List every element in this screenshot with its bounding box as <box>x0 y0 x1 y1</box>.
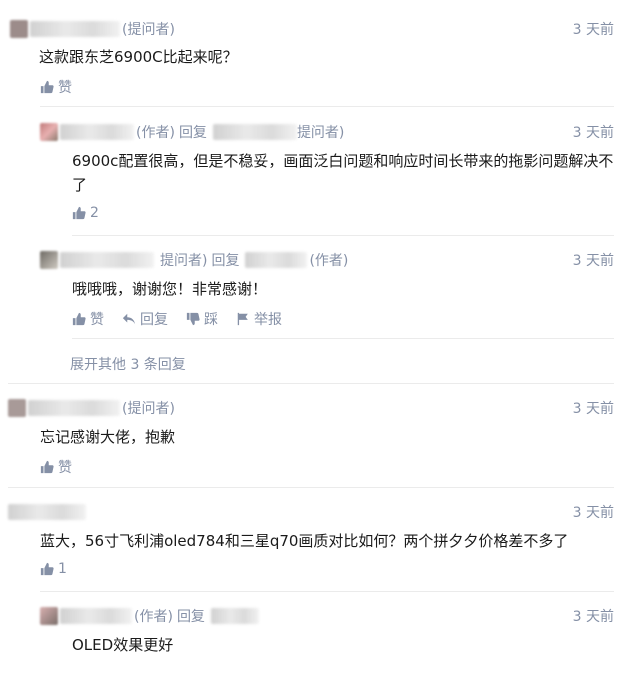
like-count: 1 <box>58 561 67 577</box>
comment-1-text: 这款跟东芝6900C比起来呢？ <box>39 48 238 66</box>
reply-arrow-icon <box>122 313 136 325</box>
like-count: 2 <box>90 205 99 221</box>
avatar[interactable] <box>40 251 58 269</box>
reply-label: 回复 <box>178 125 207 141</box>
divider <box>8 383 614 384</box>
comment-4-actions: 赞 <box>40 457 72 477</box>
comment-4-header: (提问者) <box>8 398 175 418</box>
reply-label: 回复 <box>211 253 240 269</box>
like-label: 赞 <box>90 312 104 328</box>
username-blurred[interactable] <box>30 21 120 37</box>
role-asker: (提问者) <box>122 401 175 417</box>
divider <box>72 338 614 339</box>
avatar[interactable] <box>40 607 58 625</box>
comment-5-actions: 1 <box>40 561 67 577</box>
role-asker: 提问者) <box>160 253 208 269</box>
comment-6-time: 3 天前 <box>572 609 614 625</box>
thumbs-up-icon <box>40 460 54 474</box>
report-button[interactable]: 举报 <box>236 309 282 329</box>
divider <box>72 235 614 236</box>
comment-3-actions: 赞 回复 踩 举报 <box>72 309 282 329</box>
username-blurred[interactable] <box>28 400 120 416</box>
reply-label: 回复 <box>140 312 168 328</box>
thumbs-up-icon <box>72 312 86 326</box>
reply-button[interactable]: 回复 <box>122 309 168 329</box>
username-blurred[interactable] <box>60 124 134 140</box>
role-asker: (提问者) <box>122 22 175 38</box>
like-label: 赞 <box>58 80 72 96</box>
avatar[interactable] <box>8 399 26 417</box>
comment-5-text: 蓝大，56寸飞利浦oled784和三星q70画质对比如何？两个拼夕夕价格差不多了 <box>40 532 569 550</box>
comment-2-header: (作者) 回复 提问者) <box>40 122 344 142</box>
comment-5-header <box>8 502 86 522</box>
like-button[interactable]: 赞 <box>72 309 104 329</box>
role-author: (作者) <box>136 125 175 141</box>
like-button[interactable]: 1 <box>40 561 67 577</box>
like-button[interactable]: 赞 <box>40 77 72 97</box>
reply-label: 回复 <box>176 609 205 625</box>
comment-2-time: 3 天前 <box>572 125 614 141</box>
comment-3-time: 3 天前 <box>572 253 614 269</box>
comment-4-text: 忘记感谢大佬，抱歉 <box>40 428 176 446</box>
report-label: 举报 <box>254 312 282 328</box>
thumbs-up-icon <box>72 206 86 220</box>
avatar[interactable] <box>10 20 28 38</box>
comment-3-text: 哦哦哦，谢谢您！非常感谢！ <box>72 280 268 298</box>
like-button[interactable]: 2 <box>72 205 99 221</box>
username-blurred[interactable] <box>60 608 132 624</box>
dislike-label: 踩 <box>204 312 218 328</box>
comment-2-text-line2: 了 <box>72 176 88 194</box>
comment-4-time: 3 天前 <box>572 401 614 417</box>
comment-1-actions: 赞 <box>40 77 72 97</box>
flag-icon <box>237 312 248 326</box>
thumbs-down-icon <box>186 312 200 326</box>
avatar[interactable] <box>40 123 58 141</box>
dislike-button[interactable]: 踩 <box>186 309 218 329</box>
divider <box>40 591 614 592</box>
thumbs-up-icon <box>40 80 54 94</box>
comment-5-time: 3 天前 <box>572 505 614 521</box>
role-asker: 提问者) <box>296 125 345 141</box>
comment-2-text-line1: 6900c配置很高，但是不稳妥，画面泛白问题和响应时间长带来的拖影问题解决不 <box>72 152 614 170</box>
username-blurred[interactable] <box>60 252 154 268</box>
username-blurred[interactable] <box>8 504 86 520</box>
comment-6-header: (作者) 回复 <box>40 606 259 626</box>
comment-6-text: OLED效果更好 <box>72 636 174 654</box>
reply-to-username-blurred[interactable] <box>245 252 308 268</box>
thumbs-up-icon <box>40 562 54 576</box>
comment-1-time: 3 天前 <box>572 22 614 38</box>
like-button[interactable]: 赞 <box>40 457 72 477</box>
role-author: (作者) <box>134 609 173 625</box>
comment-3-header: 提问者) 回复 (作者) <box>40 250 348 270</box>
role-author: (作者) <box>309 253 349 269</box>
comment-2-actions: 2 <box>72 205 99 221</box>
like-label: 赞 <box>58 460 72 476</box>
divider <box>40 106 614 107</box>
reply-to-username-blurred[interactable] <box>210 608 259 624</box>
expand-more-replies-link[interactable]: 展开其他 3 条回复 <box>70 354 186 374</box>
divider <box>8 487 614 488</box>
reply-to-username-blurred[interactable] <box>212 124 297 140</box>
comment-1-header: (提问者) <box>10 19 175 39</box>
